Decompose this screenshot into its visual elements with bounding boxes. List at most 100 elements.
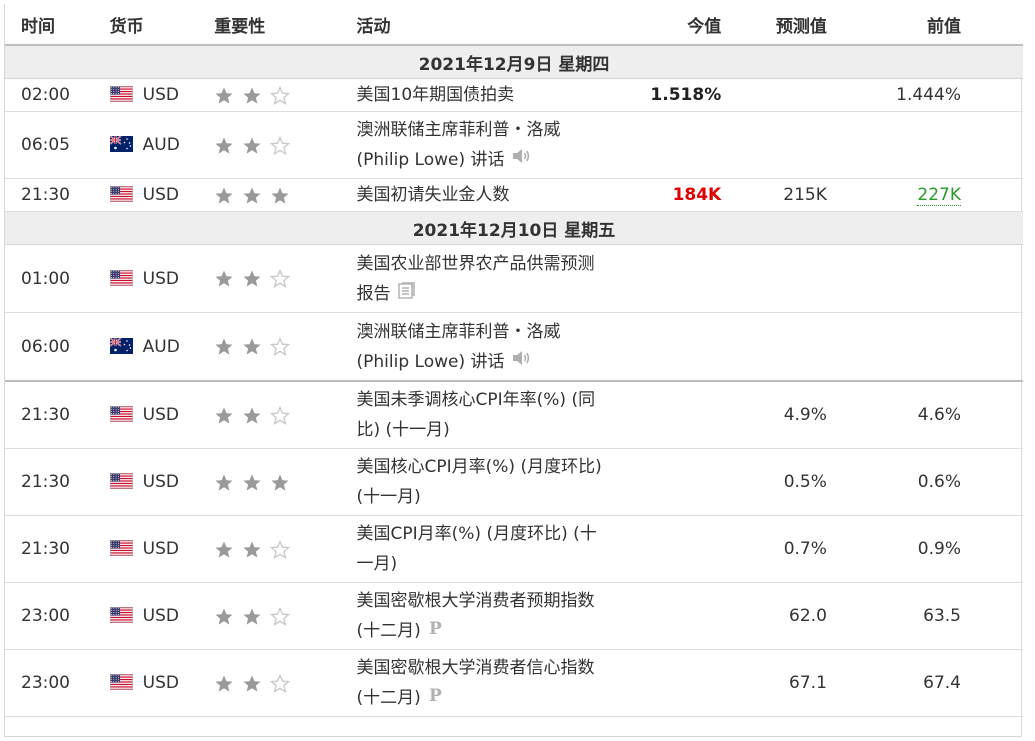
event-currency: USD (109, 78, 215, 112)
event-previous: 63.5 (826, 582, 1023, 650)
event-time: 21:30 (5, 515, 110, 583)
event-importance (214, 78, 357, 112)
event-importance (214, 515, 357, 583)
event-title[interactable]: 美国10年期国债拍卖 (357, 85, 515, 105)
currency-code: USD (142, 606, 179, 626)
event-time: 06:00 (5, 312, 110, 382)
event-name[interactable]: 美国核心CPI月率(%) (月度环比) (十一月) (356, 448, 607, 516)
event-row[interactable]: 21:30 USD 美国未季调核心CPI年率(%) (同比) (十一月) 4.9% 4.… (5, 381, 1023, 449)
event-actual (606, 312, 722, 382)
star-empty-icon (270, 673, 291, 693)
star-empty-icon (270, 405, 291, 425)
previous-value: 0.6% (917, 472, 961, 492)
speaker-icon[interactable] (511, 145, 531, 175)
event-previous (826, 111, 1023, 179)
col-event[interactable]: 活动 (356, 4, 607, 46)
event-row[interactable]: 23:00 USD 美国密歇根大学消费者预期指数 (十二月) P 62.0 63.5 (5, 582, 1023, 650)
preliminary-icon[interactable]: P (427, 616, 443, 646)
event-row[interactable]: 02:00 USD 美国10年期国债拍卖 1.518% 1.444% (5, 78, 1023, 112)
event-row[interactable]: 21:30 USD 美国初请失业金人数 184K 215K 227K (5, 178, 1023, 212)
col-forecast[interactable]: 预测值 (721, 4, 827, 46)
event-row[interactable]: 01:00 USD 美国农业部世界农产品供需预测报告 (5, 244, 1023, 313)
us-flag-icon (109, 473, 133, 489)
event-actual: 1.518% (606, 78, 722, 112)
date-header: 2021年12月9日 星期四 (5, 45, 1023, 79)
event-title[interactable]: 美国核心CPI月率(%) (月度环比) (十一月) (357, 457, 602, 507)
event-name[interactable]: 美国密歇根大学消费者信心指数 (十二月) P (356, 649, 607, 717)
event-name[interactable]: 澳洲联储主席菲利普・洛威 (Philip Lowe) 讲话 (356, 312, 607, 382)
star-filled-icon (214, 86, 234, 105)
event-name[interactable]: 澳洲联储主席菲利普・洛威 (Philip Lowe) 讲话 (356, 111, 607, 179)
event-currency: AUD (109, 312, 215, 382)
event-row[interactable]: 06:00 AUD 澳洲联储主席菲利普・洛威 (Philip Lowe) 讲话 (5, 312, 1023, 382)
event-importance (214, 582, 357, 650)
star-filled-icon (242, 186, 262, 205)
event-title[interactable]: 美国密歇根大学消费者预期指数 (十二月) (357, 591, 595, 641)
currency-code: USD (142, 539, 179, 559)
col-previous[interactable]: 前值 (826, 4, 1023, 46)
col-importance[interactable]: 重要性 (214, 4, 357, 46)
event-currency: USD (109, 649, 215, 717)
previous-value: 1.444% (896, 85, 961, 105)
event-title[interactable]: 美国未季调核心CPI年率(%) (同比) (十一月) (357, 390, 596, 440)
event-importance (214, 111, 357, 179)
event-row[interactable]: 23:00 USD 美国密歇根大学消费者信心指数 (十二月) P 67.1 67.4 (5, 649, 1023, 717)
star-empty-icon (270, 606, 291, 626)
col-time[interactable]: 时间 (5, 4, 110, 46)
event-title[interactable]: 美国初请失业金人数 (357, 185, 510, 205)
us-flag-icon (109, 406, 133, 422)
star-filled-icon (242, 406, 262, 425)
event-time: 21:30 (5, 381, 110, 449)
event-name[interactable]: 美国未季调核心CPI年率(%) (同比) (十一月) (356, 381, 607, 449)
event-importance (214, 448, 357, 516)
event-actual (606, 582, 722, 650)
event-currency: USD (109, 582, 215, 650)
event-title[interactable]: 美国农业部世界农产品供需预测报告 (357, 254, 595, 304)
currency-code: USD (142, 673, 179, 693)
currency-code: USD (142, 268, 179, 289)
event-forecast: 215K (721, 178, 827, 212)
previous-value: 67.4 (923, 673, 961, 693)
event-previous: 1.444% (826, 78, 1023, 112)
economic-calendar: 时间 货币 重要性 活动 今值 预测值 前值 2021年12月9日 星期四 02:… (4, 4, 1023, 737)
speaker-icon[interactable] (511, 347, 531, 377)
event-title[interactable]: 美国CPI月率(%) (月度环比) (十一月) (357, 524, 597, 574)
event-name[interactable]: 美国CPI月率(%) (月度环比) (十一月) (356, 515, 607, 583)
previous-value: 0.9% (917, 539, 961, 559)
star-filled-icon (242, 674, 262, 693)
event-time: 21:30 (5, 178, 110, 212)
au-flag-icon (109, 135, 133, 152)
star-filled-icon (214, 473, 234, 492)
col-currency[interactable]: 货币 (109, 4, 215, 46)
date-row: 2021年12月9日 星期四 (5, 45, 1023, 79)
star-filled-icon (214, 186, 234, 205)
star-empty-icon (270, 539, 291, 559)
event-title[interactable]: 美国密歇根大学消费者信心指数 (十二月) (357, 658, 595, 708)
event-importance (214, 381, 357, 449)
event-row[interactable]: 06:05 AUD 澳洲联储主席菲利普・洛威 (Philip Lowe) 讲话 (5, 111, 1023, 179)
event-forecast (721, 312, 827, 382)
event-actual (606, 244, 722, 313)
star-empty-icon (270, 135, 291, 155)
col-actual[interactable]: 今值 (606, 4, 722, 46)
event-name[interactable]: 美国初请失业金人数 (356, 178, 607, 212)
event-name[interactable]: 美国密歇根大学消费者预期指数 (十二月) P (356, 582, 607, 650)
currency-code: AUD (142, 336, 180, 357)
svg-text:P: P (429, 619, 442, 636)
event-row[interactable]: 21:30 USD 美国CPI月率(%) (月度环比) (十一月) 0.7% 0.9% (5, 515, 1023, 583)
us-flag-icon (109, 86, 133, 102)
event-currency: USD (109, 244, 215, 313)
table-header: 时间 货币 重要性 活动 今值 预测值 前值 (5, 4, 1023, 46)
preliminary-icon[interactable]: P (427, 683, 443, 713)
table-body: 2021年12月9日 星期四 02:00 USD 美国10年期国债拍卖 1.518% 1.… (5, 45, 1023, 717)
currency-code: USD (142, 185, 179, 205)
star-filled-icon (214, 337, 234, 356)
document-icon[interactable] (397, 279, 417, 309)
event-time: 23:00 (5, 582, 110, 650)
event-importance (214, 649, 357, 717)
event-previous: 4.6% (826, 381, 1023, 449)
event-name[interactable]: 美国农业部世界农产品供需预测报告 (356, 244, 607, 313)
event-name[interactable]: 美国10年期国债拍卖 (356, 78, 607, 112)
us-flag-icon (109, 540, 133, 556)
event-row[interactable]: 21:30 USD 美国核心CPI月率(%) (月度环比) (十一月) 0.5% 0.6… (5, 448, 1023, 516)
